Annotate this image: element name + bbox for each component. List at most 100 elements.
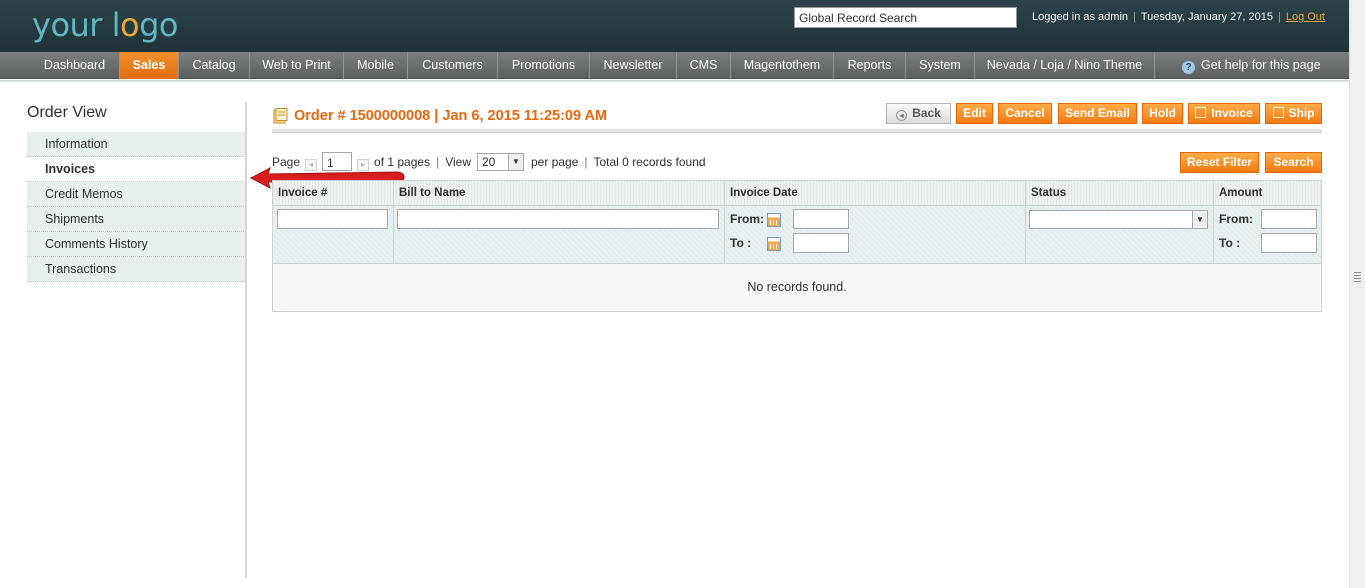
column-label: Bill to Name	[399, 187, 466, 199]
edit-button[interactable]: Edit	[956, 103, 993, 124]
logout-link[interactable]: Log Out	[1286, 11, 1325, 23]
separator: |	[584, 155, 588, 169]
main-nav: Dashboard Sales Catalog Web to Print Mob…	[0, 52, 1349, 79]
invoice-number-filter-input[interactable]	[277, 209, 388, 229]
dropdown-arrow-icon: ▼	[508, 154, 523, 170]
column-header-invoice-date[interactable]: Invoice Date	[725, 181, 1026, 205]
sidebar-divider	[245, 102, 247, 578]
separator: |	[1133, 11, 1136, 23]
page-number-input[interactable]: 1	[322, 152, 353, 171]
calendar-icon[interactable]	[767, 237, 781, 251]
sidebar-item-credit-memos[interactable]: Credit Memos	[27, 182, 246, 207]
amount-from-input[interactable]	[1261, 209, 1317, 229]
invoice-button[interactable]: Invoice	[1188, 103, 1260, 124]
global-record-search-input[interactable]	[794, 7, 1017, 28]
logo-text-prefix: your l	[32, 6, 121, 44]
sidebar-item-shipments[interactable]: Shipments	[27, 207, 246, 232]
nav-item-system[interactable]: System	[906, 52, 975, 79]
amount-to-label: To :	[1219, 236, 1241, 250]
help-icon: ?	[1182, 61, 1195, 74]
column-header-amount[interactable]: Amount	[1214, 181, 1321, 205]
grid-filter-row: From: To : ▼ From: To :	[273, 206, 1321, 264]
nav-item-dashboard[interactable]: Dashboard	[30, 52, 120, 79]
separator: |	[1277, 11, 1281, 23]
nav-shadow	[0, 80, 1349, 83]
column-label: Status	[1031, 187, 1067, 199]
back-icon: ◂	[896, 110, 908, 121]
no-records-message: No records found.	[273, 264, 1321, 311]
admin-page: your logo Logged in as admin | Tuesday, Ja…	[0, 0, 1365, 588]
logo[interactable]: your logo	[32, 6, 178, 44]
status-filter-select[interactable]: ▼	[1029, 210, 1208, 229]
order-title: Order # 1500000008 | Jan 6, 2015 11:25:0…	[294, 108, 608, 124]
date-to-label: To :	[730, 236, 752, 250]
search-button[interactable]: Search	[1265, 152, 1322, 173]
per-page-value: 20	[482, 155, 496, 169]
nav-item-magentothem[interactable]: Magentothem	[731, 52, 834, 79]
logo-text-suffix: go	[139, 6, 178, 44]
total-records-text: Total 0 records found	[593, 155, 706, 169]
hold-button[interactable]: Hold	[1142, 103, 1183, 124]
column-label: Amount	[1219, 187, 1263, 199]
send-email-button[interactable]: Send Email	[1058, 103, 1137, 124]
order-icon	[273, 108, 288, 124]
invoice-icon	[1195, 107, 1207, 118]
grid-pager: Page ◂ 1 ▸ of 1 pages | View 20 ▼ per page | Total …	[272, 152, 706, 172]
ship-button-label: Ship	[1288, 106, 1315, 120]
column-header-invoice[interactable]: Invoice #	[273, 181, 394, 205]
help-link[interactable]: ? Get help for this page	[1182, 52, 1321, 79]
separator: |	[436, 155, 440, 169]
admin-header: your logo Logged in as admin | Tuesday, Ja…	[0, 0, 1349, 52]
nav-item-reports[interactable]: Reports	[834, 52, 906, 79]
invoices-grid: Invoice # Bill to Name Invoice Date Stat…	[272, 180, 1322, 312]
nav-item-cms[interactable]: CMS	[677, 52, 731, 79]
nav-item-web-to-print[interactable]: Web to Print	[250, 52, 344, 79]
invoice-button-label: Invoice	[1211, 106, 1253, 120]
nav-item-catalog[interactable]: Catalog	[179, 52, 250, 79]
page-label: Page	[272, 155, 301, 169]
column-label: Invoice #	[278, 187, 328, 199]
bill-to-name-filter-input[interactable]	[397, 209, 719, 229]
per-page-label: per page	[531, 155, 579, 169]
sidebar-item-transactions[interactable]: Transactions	[27, 257, 246, 282]
logged-in-text: Logged in as admin	[1032, 11, 1129, 23]
order-view-sidebar: Order View Information Invoices Credit M…	[27, 102, 246, 282]
current-date: Tuesday, January 27, 2015	[1140, 11, 1273, 23]
grid-header: Invoice # Bill to Name Invoice Date Stat…	[273, 181, 1321, 206]
date-to-input[interactable]	[793, 233, 849, 253]
ship-button[interactable]: Ship	[1265, 103, 1322, 124]
scrollbar-grip-icon[interactable]	[1354, 272, 1361, 282]
nav-item-customers[interactable]: Customers	[408, 52, 498, 79]
calendar-icon[interactable]	[767, 213, 781, 227]
sidebar-title: Order View	[27, 104, 107, 121]
nav-item-theme[interactable]: Nevada / Loja / Nino Theme	[975, 52, 1155, 79]
column-header-status[interactable]: Status	[1026, 181, 1214, 205]
nav-item-newsletter[interactable]: Newsletter	[590, 52, 677, 79]
nav-item-promotions[interactable]: Promotions	[498, 52, 590, 79]
prev-page-icon[interactable]: ◂	[305, 159, 318, 171]
sidebar-item-comments-history[interactable]: Comments History	[27, 232, 246, 257]
of-pages-text: of 1 pages	[374, 155, 431, 169]
nav-item-mobile[interactable]: Mobile	[344, 52, 408, 79]
date-from-label: From:	[730, 212, 764, 226]
date-from-input[interactable]	[793, 209, 849, 229]
logo-text-o: o	[120, 6, 140, 44]
column-label: Invoice Date	[730, 187, 798, 199]
help-link-label: Get help for this page	[1201, 58, 1321, 72]
sidebar-item-invoices[interactable]: Invoices	[27, 157, 246, 182]
cancel-button[interactable]: Cancel	[998, 103, 1052, 124]
nav-item-sales[interactable]: Sales	[120, 52, 179, 79]
amount-from-label: From:	[1219, 212, 1253, 226]
back-button[interactable]: ◂ Back	[886, 103, 951, 124]
page-scrollbar[interactable]	[1349, 0, 1365, 588]
view-label: View	[445, 155, 471, 169]
per-page-select[interactable]: 20 ▼	[477, 153, 524, 171]
next-page-icon[interactable]: ▸	[357, 159, 370, 171]
ship-icon	[1272, 107, 1284, 118]
amount-to-input[interactable]	[1261, 233, 1317, 253]
reset-filter-button[interactable]: Reset Filter	[1180, 152, 1259, 173]
title-rule	[272, 129, 1322, 133]
sidebar-item-information[interactable]: Information	[27, 132, 246, 157]
column-header-bill-to-name[interactable]: Bill to Name	[394, 181, 725, 205]
back-button-label: Back	[912, 106, 941, 120]
